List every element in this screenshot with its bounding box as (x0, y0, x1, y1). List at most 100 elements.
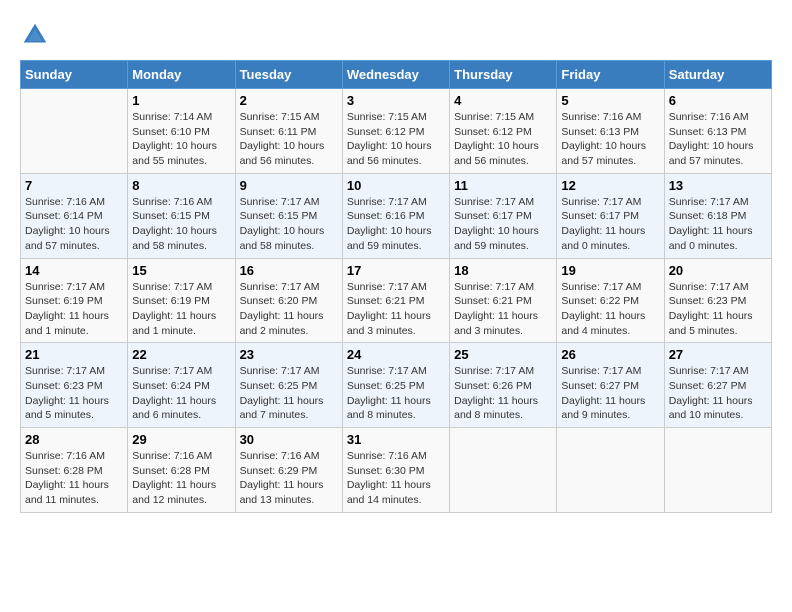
day-info: Sunrise: 7:17 AM Sunset: 6:21 PM Dayligh… (454, 280, 552, 339)
day-info: Sunrise: 7:16 AM Sunset: 6:28 PM Dayligh… (25, 449, 123, 508)
calendar-cell: 11 Sunrise: 7:17 AM Sunset: 6:17 PM Dayli… (450, 173, 557, 258)
day-header-wednesday: Wednesday (342, 61, 449, 89)
calendar-cell: 12 Sunrise: 7:17 AM Sunset: 6:17 PM Dayli… (557, 173, 664, 258)
day-number: 4 (454, 93, 552, 108)
calendar-cell: 23Sunrise: 7:17 AM Sunset: 6:25 PM Dayli… (235, 343, 342, 428)
day-number: 25 (454, 347, 552, 362)
day-number: 27 (669, 347, 767, 362)
day-header-monday: Monday (128, 61, 235, 89)
day-info: Sunrise: 7:15 AM Sunset: 6:11 PM Dayligh… (240, 110, 338, 169)
day-info: Sunrise: 7:17 AM Sunset: 6:15 PM Dayligh… (240, 195, 338, 254)
day-number: 20 (669, 263, 767, 278)
calendar-cell: 22 Sunrise: 7:17 AM Sunset: 6:24 PM Dayli… (128, 343, 235, 428)
calendar-cell: 14 Sunrise: 7:17 AM Sunset: 6:19 PM Dayli… (21, 258, 128, 343)
calendar-cell: 19 Sunrise: 7:17 AM Sunset: 6:22 PM Dayli… (557, 258, 664, 343)
calendar-cell: 30Sunrise: 7:16 AM Sunset: 6:29 PM Dayli… (235, 428, 342, 513)
day-number: 5 (561, 93, 659, 108)
calendar-week-row: 21 Sunrise: 7:17 AM Sunset: 6:23 PM Dayli… (21, 343, 772, 428)
calendar-cell (664, 428, 771, 513)
day-info: Sunrise: 7:16 AM Sunset: 6:14 PM Dayligh… (25, 195, 123, 254)
day-number: 19 (561, 263, 659, 278)
day-number: 11 (454, 178, 552, 193)
day-info: Sunrise: 7:17 AM Sunset: 6:24 PM Dayligh… (132, 364, 230, 423)
day-info: Sunrise: 7:16 AM Sunset: 6:28 PM Dayligh… (132, 449, 230, 508)
calendar-cell: 10 Sunrise: 7:17 AM Sunset: 6:16 PM Dayli… (342, 173, 449, 258)
day-number: 18 (454, 263, 552, 278)
day-info: Sunrise: 7:17 AM Sunset: 6:26 PM Dayligh… (454, 364, 552, 423)
day-number: 1 (132, 93, 230, 108)
calendar-cell: 8 Sunrise: 7:16 AM Sunset: 6:15 PM Daylig… (128, 173, 235, 258)
day-number: 26 (561, 347, 659, 362)
day-number: 13 (669, 178, 767, 193)
calendar-cell: 7 Sunrise: 7:16 AM Sunset: 6:14 PM Daylig… (21, 173, 128, 258)
calendar-cell: 15 Sunrise: 7:17 AM Sunset: 6:19 PM Dayli… (128, 258, 235, 343)
calendar-cell: 25 Sunrise: 7:17 AM Sunset: 6:26 PM Dayli… (450, 343, 557, 428)
day-number: 22 (132, 347, 230, 362)
day-number: 10 (347, 178, 445, 193)
day-info: Sunrise: 7:17 AM Sunset: 6:16 PM Dayligh… (347, 195, 445, 254)
calendar-cell: 24Sunrise: 7:17 AM Sunset: 6:25 PM Dayli… (342, 343, 449, 428)
calendar-cell (557, 428, 664, 513)
day-info: Sunrise: 7:17 AM Sunset: 6:27 PM Dayligh… (561, 364, 659, 423)
day-info: Sunrise: 7:16 AM Sunset: 6:30 PM Dayligh… (347, 449, 445, 508)
day-number: 12 (561, 178, 659, 193)
page-header (20, 20, 772, 50)
calendar-cell: 20 Sunrise: 7:17 AM Sunset: 6:23 PM Dayli… (664, 258, 771, 343)
calendar-cell: 29Sunrise: 7:16 AM Sunset: 6:28 PM Dayli… (128, 428, 235, 513)
calendar-cell: 17Sunrise: 7:17 AM Sunset: 6:21 PM Dayli… (342, 258, 449, 343)
day-header-tuesday: Tuesday (235, 61, 342, 89)
day-info: Sunrise: 7:16 AM Sunset: 6:13 PM Dayligh… (561, 110, 659, 169)
calendar-cell: 28 Sunrise: 7:16 AM Sunset: 6:28 PM Dayli… (21, 428, 128, 513)
day-number: 16 (240, 263, 338, 278)
day-info: Sunrise: 7:17 AM Sunset: 6:25 PM Dayligh… (240, 364, 338, 423)
calendar-cell: 13 Sunrise: 7:17 AM Sunset: 6:18 PM Dayli… (664, 173, 771, 258)
day-number: 3 (347, 93, 445, 108)
calendar-cell: 16 Sunrise: 7:17 AM Sunset: 6:20 PM Dayli… (235, 258, 342, 343)
calendar-body: 1 Sunrise: 7:14 AM Sunset: 6:10 PM Daylig… (21, 89, 772, 513)
day-info: Sunrise: 7:17 AM Sunset: 6:23 PM Dayligh… (669, 280, 767, 339)
calendar-cell: 4Sunrise: 7:15 AM Sunset: 6:12 PM Daylig… (450, 89, 557, 174)
calendar-cell: 5 Sunrise: 7:16 AM Sunset: 6:13 PM Daylig… (557, 89, 664, 174)
day-info: Sunrise: 7:17 AM Sunset: 6:17 PM Dayligh… (454, 195, 552, 254)
day-number: 31 (347, 432, 445, 447)
logo (20, 20, 54, 50)
logo-icon (20, 20, 50, 50)
day-info: Sunrise: 7:17 AM Sunset: 6:27 PM Dayligh… (669, 364, 767, 423)
day-header-saturday: Saturday (664, 61, 771, 89)
calendar-cell: 3 Sunrise: 7:15 AM Sunset: 6:12 PM Daylig… (342, 89, 449, 174)
day-info: Sunrise: 7:16 AM Sunset: 6:15 PM Dayligh… (132, 195, 230, 254)
calendar-cell: 9Sunrise: 7:17 AM Sunset: 6:15 PM Daylig… (235, 173, 342, 258)
day-number: 14 (25, 263, 123, 278)
calendar-cell: 21 Sunrise: 7:17 AM Sunset: 6:23 PM Dayli… (21, 343, 128, 428)
day-number: 15 (132, 263, 230, 278)
day-number: 2 (240, 93, 338, 108)
day-info: Sunrise: 7:17 AM Sunset: 6:17 PM Dayligh… (561, 195, 659, 254)
day-number: 28 (25, 432, 123, 447)
day-number: 6 (669, 93, 767, 108)
calendar-cell: 26 Sunrise: 7:17 AM Sunset: 6:27 PM Dayli… (557, 343, 664, 428)
calendar-header-row: SundayMondayTuesdayWednesdayThursdayFrid… (21, 61, 772, 89)
calendar-week-row: 14 Sunrise: 7:17 AM Sunset: 6:19 PM Dayli… (21, 258, 772, 343)
day-info: Sunrise: 7:14 AM Sunset: 6:10 PM Dayligh… (132, 110, 230, 169)
day-number: 8 (132, 178, 230, 193)
day-number: 21 (25, 347, 123, 362)
day-number: 17 (347, 263, 445, 278)
day-info: Sunrise: 7:15 AM Sunset: 6:12 PM Dayligh… (347, 110, 445, 169)
day-info: Sunrise: 7:17 AM Sunset: 6:19 PM Dayligh… (132, 280, 230, 339)
day-info: Sunrise: 7:17 AM Sunset: 6:18 PM Dayligh… (669, 195, 767, 254)
calendar-table: SundayMondayTuesdayWednesdayThursdayFrid… (20, 60, 772, 513)
day-header-thursday: Thursday (450, 61, 557, 89)
calendar-week-row: 28 Sunrise: 7:16 AM Sunset: 6:28 PM Dayli… (21, 428, 772, 513)
day-info: Sunrise: 7:17 AM Sunset: 6:19 PM Dayligh… (25, 280, 123, 339)
calendar-cell: 1 Sunrise: 7:14 AM Sunset: 6:10 PM Daylig… (128, 89, 235, 174)
day-number: 24 (347, 347, 445, 362)
day-info: Sunrise: 7:16 AM Sunset: 6:13 PM Dayligh… (669, 110, 767, 169)
calendar-cell: 31 Sunrise: 7:16 AM Sunset: 6:30 PM Dayli… (342, 428, 449, 513)
day-info: Sunrise: 7:17 AM Sunset: 6:20 PM Dayligh… (240, 280, 338, 339)
day-info: Sunrise: 7:17 AM Sunset: 6:23 PM Dayligh… (25, 364, 123, 423)
day-number: 30 (240, 432, 338, 447)
calendar-cell: 2 Sunrise: 7:15 AM Sunset: 6:11 PM Daylig… (235, 89, 342, 174)
day-number: 7 (25, 178, 123, 193)
calendar-cell (450, 428, 557, 513)
day-info: Sunrise: 7:17 AM Sunset: 6:22 PM Dayligh… (561, 280, 659, 339)
